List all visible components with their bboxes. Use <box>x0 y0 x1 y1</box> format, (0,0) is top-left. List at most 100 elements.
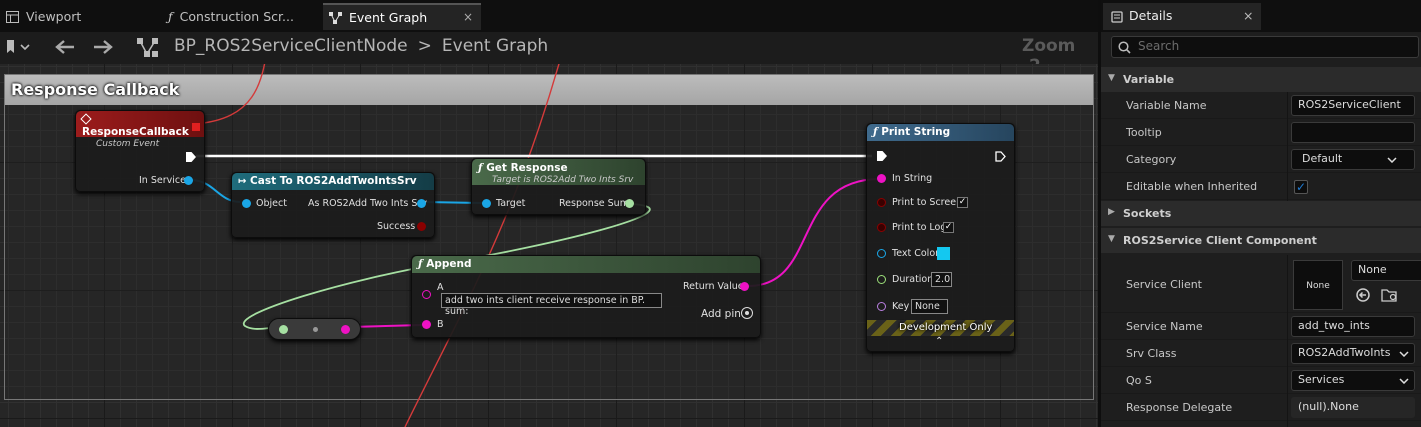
variable-name-input[interactable]: ROS2ServiceClient <box>1291 95 1415 116</box>
bookmark-icon[interactable] <box>5 39 31 60</box>
text-color-swatch[interactable] <box>937 247 950 260</box>
qos-combo[interactable]: Services <box>1291 370 1415 391</box>
node-response-callback[interactable]: ResponseCallback Custom Event In Service <box>75 110 205 192</box>
graph-toolbar: BP_ROS2ServiceClientNode > Event Graph Z… <box>0 32 1098 76</box>
back-arrow-icon[interactable] <box>54 38 76 61</box>
object-pin[interactable] <box>184 176 193 185</box>
forward-arrow-icon[interactable] <box>92 38 114 61</box>
node-append[interactable]: ƒ Append A add two ints client receive r… <box>411 255 761 338</box>
float-pin[interactable] <box>877 275 886 284</box>
details-search-input[interactable]: Search <box>1111 36 1419 58</box>
prop-service-name: Service Name add_two_ints <box>1101 313 1421 340</box>
string-pin[interactable] <box>422 290 431 299</box>
prop-label: Editable when Inherited <box>1126 180 1258 193</box>
node-header: ƒ Get Response Target is ROS2Add Two Int… <box>472 159 645 185</box>
section-title: ROS2Service Client Component <box>1123 234 1317 247</box>
service-name-input[interactable]: add_two_ints <box>1291 316 1415 337</box>
service-client-combo[interactable]: None <box>1351 260 1421 281</box>
editable-checkbox[interactable]: ✓ <box>1294 180 1308 194</box>
close-tab-icon[interactable]: × <box>463 10 473 24</box>
column-divider[interactable] <box>1287 92 1288 201</box>
use-selected-icon[interactable] <box>1355 287 1371 303</box>
node-title: Print String <box>881 126 951 138</box>
object-pin[interactable] <box>242 199 251 208</box>
duration-input[interactable]: 2.0 <box>931 272 952 287</box>
object-pin[interactable] <box>482 199 491 208</box>
tab-viewport-label: Viewport <box>26 9 82 24</box>
tab-details-label: Details <box>1129 8 1173 23</box>
breadcrumb-blueprint[interactable]: BP_ROS2ServiceClientNode <box>174 36 408 56</box>
node-get-response[interactable]: ƒ Get Response Target is ROS2Add Two Int… <box>471 158 646 215</box>
pin-label: Target <box>496 198 526 209</box>
prop-qos: Qo S Services <box>1101 367 1421 394</box>
viewport-icon <box>6 10 19 23</box>
prop-label: Tooltip <box>1126 126 1162 139</box>
browse-folder-icon[interactable] <box>1381 287 1399 303</box>
tab-construction-label: Construction Scr... <box>179 9 294 24</box>
print-to-log-checkbox[interactable]: ✓ <box>943 222 954 233</box>
tab-event-graph-label: Event Graph <box>349 10 428 25</box>
chevron-down-icon[interactable] <box>1387 157 1397 163</box>
object-pin[interactable] <box>417 199 426 208</box>
tab-details[interactable]: Details × <box>1103 3 1261 30</box>
exec-out-pin[interactable] <box>186 152 196 162</box>
pin-label: Print to Screen <box>892 197 963 208</box>
pin-label: Object <box>256 198 287 209</box>
chevron-down-icon[interactable] <box>1399 351 1409 357</box>
section-ros2-component[interactable]: ▼ ROS2Service Client Component <box>1101 228 1421 253</box>
string-pin[interactable] <box>740 282 749 291</box>
category-value: Default <box>1302 152 1343 165</box>
editor-tab-bar: Viewport ƒ Construction Scr... Event Gra… <box>0 0 1098 32</box>
tab-construction-script[interactable]: ƒ Construction Scr... <box>162 3 322 30</box>
search-icon <box>1118 41 1131 54</box>
development-only-label: Development Only <box>899 322 993 333</box>
pin-a-input[interactable]: add two ints client receive response in … <box>441 293 662 317</box>
service-client-thumbnail[interactable]: None <box>1293 260 1343 310</box>
string-pin[interactable] <box>341 325 350 334</box>
string-pin[interactable] <box>422 320 431 329</box>
print-to-screen-checkbox[interactable]: ✓ <box>957 197 968 208</box>
prop-label: Qo S <box>1126 374 1152 387</box>
add-pin-icon[interactable] <box>741 307 753 319</box>
column-divider[interactable] <box>1287 255 1288 427</box>
delegate-pin[interactable] <box>192 123 200 131</box>
string-pin[interactable] <box>877 174 886 183</box>
expand-chevron-icon[interactable]: ⌃ <box>935 336 943 347</box>
bool-pin[interactable] <box>417 222 426 231</box>
bool-pin[interactable] <box>877 198 886 207</box>
srv-class-combo[interactable]: ROS2AddTwoInts <box>1291 343 1415 364</box>
pin-label: Success <box>377 221 416 232</box>
float-pin[interactable] <box>279 325 288 334</box>
bool-pin[interactable] <box>877 223 886 232</box>
tab-viewport[interactable]: Viewport <box>0 3 150 30</box>
node-cast[interactable]: ↦ Cast To ROS2AddTwoIntsSrv Object As RO… <box>231 172 435 238</box>
tooltip-input[interactable] <box>1291 122 1415 143</box>
node-header: ↦ Cast To ROS2AddTwoIntsSrv <box>232 173 434 190</box>
section-variable[interactable]: ▼ Variable <box>1101 67 1421 92</box>
name-pin[interactable] <box>877 302 886 311</box>
struct-pin[interactable] <box>877 249 886 258</box>
response-delegate-value: (null).None <box>1291 397 1415 418</box>
add-pin-label[interactable]: Add pin <box>701 308 741 320</box>
exec-in-pin[interactable] <box>877 151 887 161</box>
node-print-string[interactable]: ƒ Print String In String Print to Screen… <box>866 123 1015 352</box>
tab-event-graph[interactable]: Event Graph × <box>323 3 481 30</box>
collapsed-triangle-icon: ▶ <box>1108 207 1115 217</box>
float-pin[interactable] <box>625 199 634 208</box>
expanded-triangle-icon: ▼ <box>1108 234 1115 244</box>
breadcrumb: BP_ROS2ServiceClientNode > Event Graph <box>174 36 548 56</box>
key-input[interactable]: None <box>911 299 948 314</box>
graph-icon <box>137 38 159 63</box>
pin-label: Print to Log <box>892 222 947 233</box>
node-reroute[interactable] <box>268 318 361 340</box>
event-graph-canvas[interactable]: Response Callback ResponseCallback Custo… <box>0 64 1098 427</box>
breadcrumb-event-graph[interactable]: Event Graph <box>442 36 548 56</box>
close-tab-icon[interactable]: × <box>1243 8 1253 23</box>
chevron-down-icon[interactable] <box>1399 378 1409 384</box>
qos-value: Services <box>1298 373 1345 386</box>
section-sockets[interactable]: ▶ Sockets <box>1101 201 1421 226</box>
exec-out-pin[interactable] <box>995 151 1006 162</box>
reroute-dot <box>313 327 318 332</box>
srv-class-value: ROS2AddTwoInts <box>1298 346 1391 359</box>
cast-icon: ↦ <box>238 176 247 187</box>
